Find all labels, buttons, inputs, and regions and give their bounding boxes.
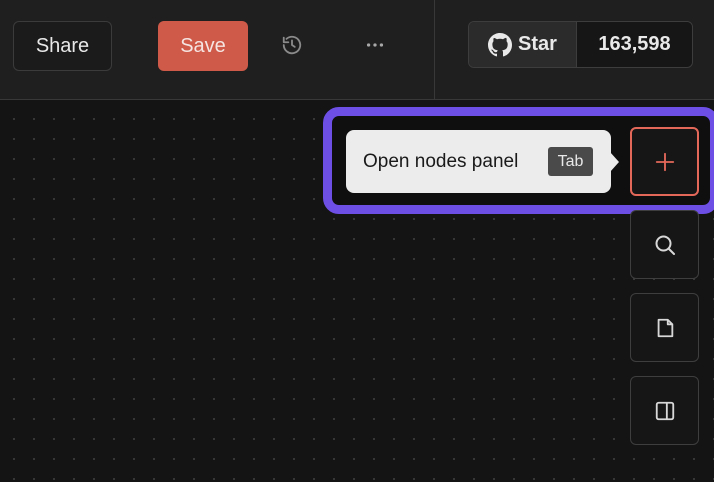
more-options-button[interactable] [355,25,395,65]
tooltip-text: Open nodes panel [363,150,519,172]
toolbar-divider [434,0,435,100]
keyboard-shortcut-badge: Tab [548,147,593,176]
github-star-widget: Star 163,598 [468,21,693,68]
search-icon [655,235,675,255]
tooltip-arrow [610,152,619,172]
save-button-label: Save [180,34,226,57]
share-button-label: Share [35,34,90,57]
github-star-label: Star [518,33,557,55]
plus-icon [655,152,674,171]
open-nodes-panel-button[interactable] [630,127,699,196]
share-button[interactable]: Share [13,21,112,71]
shortcut-text: Tab [557,152,584,170]
search-nodes-button[interactable] [630,210,699,279]
history-button[interactable] [272,25,312,65]
github-star-count-text: 163,598 [598,33,671,55]
add-sticky-note-button[interactable] [630,293,699,362]
save-button[interactable]: Save [158,21,248,71]
toggle-side-panel-button[interactable] [630,376,699,445]
sticky-note-icon [657,318,673,337]
top-toolbar: Share Save Star 163,598 [0,0,714,100]
panel-icon [655,401,674,420]
github-star-button[interactable]: Star [469,22,577,67]
github-star-count[interactable]: 163,598 [577,22,692,67]
github-icon [488,32,513,56]
history-icon [282,35,302,55]
more-horizontal-icon [366,43,384,47]
